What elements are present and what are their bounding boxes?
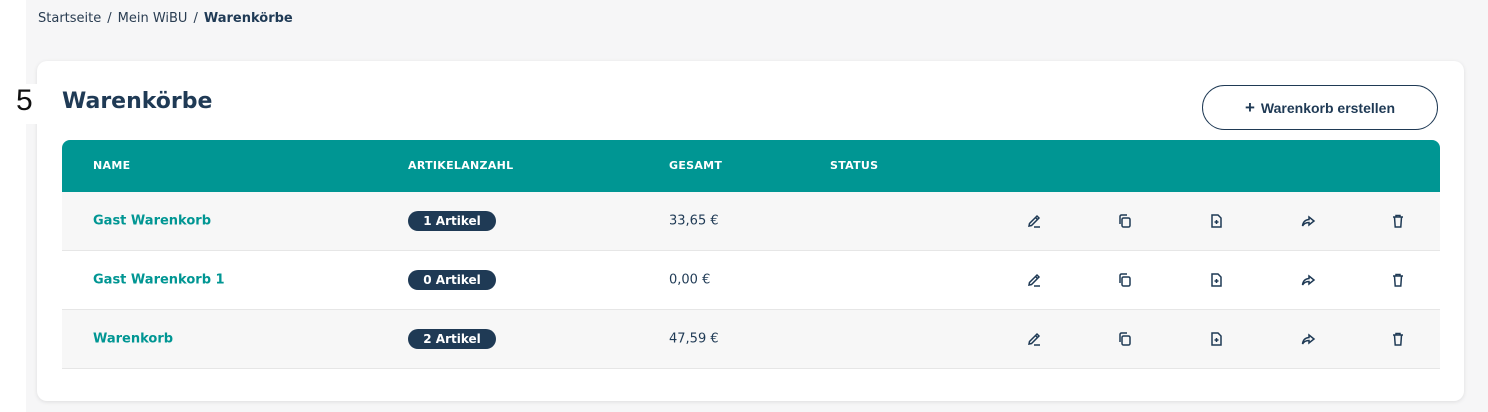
copy-icon[interactable] [1115, 270, 1135, 290]
file-add-icon[interactable] [1206, 211, 1226, 231]
edit-icon[interactable] [1024, 329, 1044, 349]
create-cart-button[interactable]: + Warenkorb erstellen [1202, 85, 1438, 130]
step-number: 5 [16, 84, 42, 124]
trash-icon[interactable] [1388, 329, 1408, 349]
file-add-icon[interactable] [1206, 270, 1226, 290]
plus-icon: + [1244, 98, 1255, 117]
breadcrumb: Startseite / Mein WiBU / Warenkörbe [38, 11, 293, 26]
cart-total: 33,65 € [669, 213, 719, 229]
breadcrumb-separator: / [193, 11, 198, 26]
share-icon[interactable] [1298, 270, 1318, 290]
carts-table: NAME ARTIKELANZAHL GESAMT STATUS Gast Wa… [62, 140, 1440, 369]
trash-icon[interactable] [1388, 270, 1408, 290]
create-cart-label: Warenkorb erstellen [1260, 99, 1396, 116]
item-count-badge: 0 Artikel [408, 270, 496, 290]
breadcrumb-current: Warenkörbe [203, 11, 293, 26]
table-row: Warenkorb 2 Artikel 47,59 € [62, 310, 1440, 369]
file-add-icon[interactable] [1206, 329, 1226, 349]
table-row: Gast Warenkorb 1 Artikel 33,65 € [62, 192, 1440, 251]
header-name: NAME [93, 159, 131, 172]
page-title: Warenkörbe [62, 89, 213, 114]
carts-card: Warenkörbe + Warenkorb erstellen NAME AR… [37, 61, 1464, 401]
trash-icon[interactable] [1388, 211, 1408, 231]
header-count: ARTIKELANZAHL [408, 159, 514, 172]
table-header: NAME ARTIKELANZAHL GESAMT STATUS [62, 140, 1440, 192]
copy-icon[interactable] [1115, 211, 1135, 231]
cart-name-link[interactable]: Warenkorb [93, 332, 173, 347]
share-icon[interactable] [1298, 329, 1318, 349]
item-count-badge: 1 Artikel [408, 211, 496, 231]
breadcrumb-link-mein-wibu[interactable]: Mein WiBU [118, 11, 188, 26]
cart-name-link[interactable]: Gast Warenkorb [93, 214, 211, 229]
breadcrumb-link-home[interactable]: Startseite [38, 11, 101, 26]
share-icon[interactable] [1298, 211, 1318, 231]
header-total: GESAMT [669, 159, 723, 172]
edit-icon[interactable] [1024, 211, 1044, 231]
header-status: STATUS [830, 159, 879, 172]
edit-icon[interactable] [1024, 270, 1044, 290]
breadcrumb-separator: / [107, 11, 112, 26]
copy-icon[interactable] [1115, 329, 1135, 349]
item-count-badge: 2 Artikel [408, 329, 496, 349]
cart-name-link[interactable]: Gast Warenkorb 1 [93, 273, 225, 288]
table-row: Gast Warenkorb 1 0 Artikel 0,00 € [62, 251, 1440, 310]
cart-total: 47,59 € [669, 331, 719, 347]
cart-total: 0,00 € [669, 272, 711, 288]
